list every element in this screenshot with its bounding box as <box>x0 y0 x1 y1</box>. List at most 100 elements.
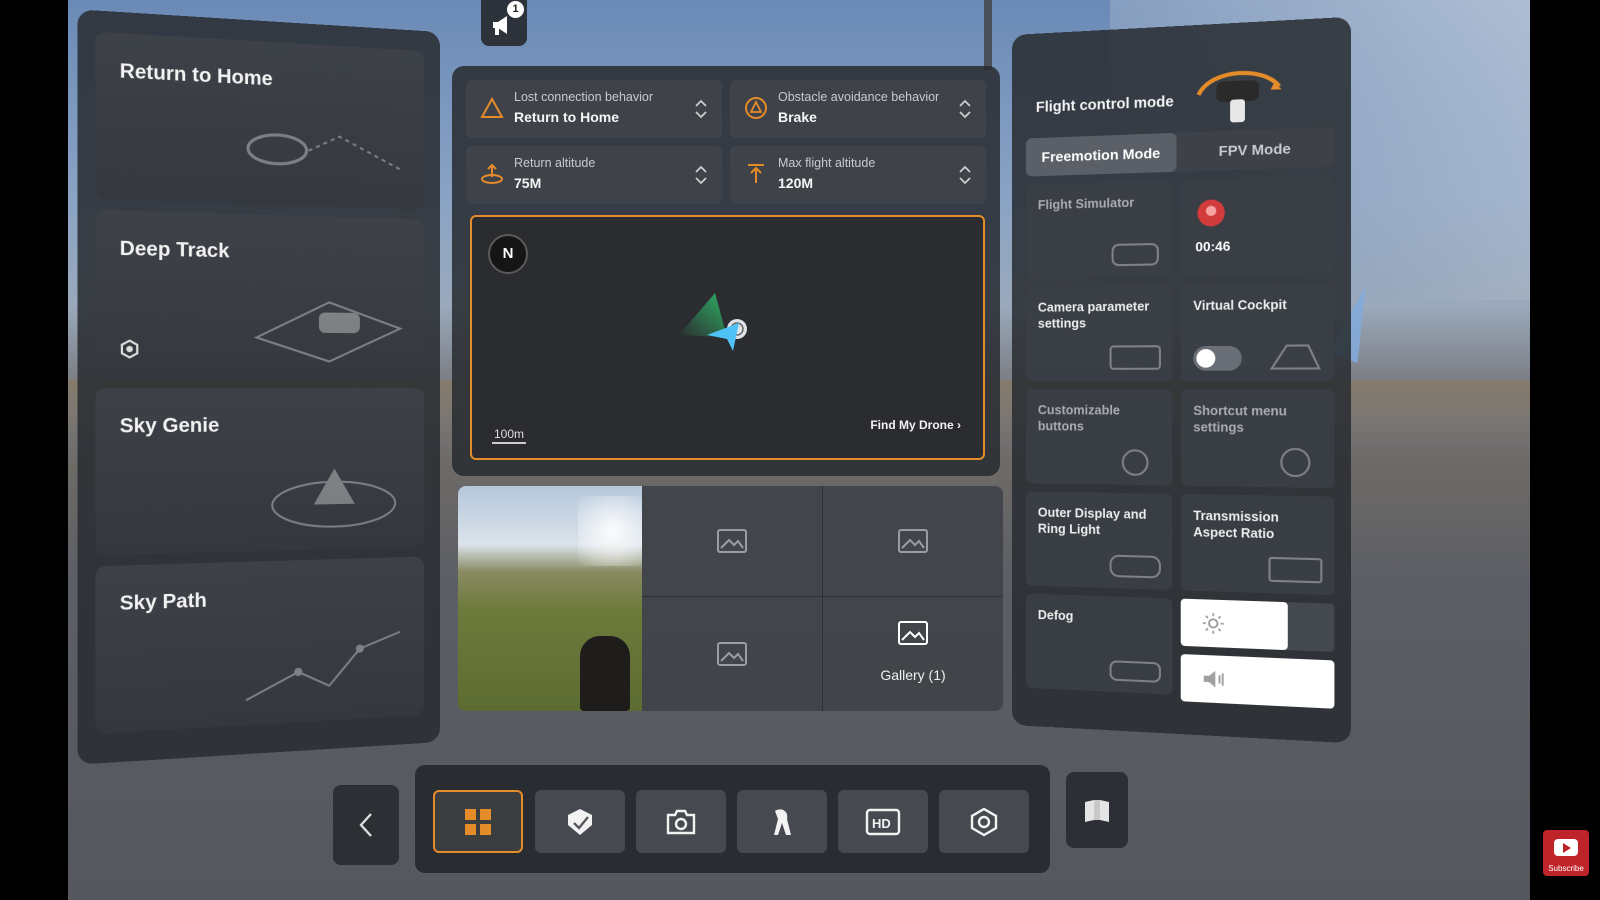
dock-flight-safety-button[interactable] <box>535 790 625 853</box>
dock-home-grid-button[interactable] <box>433 790 523 853</box>
youtube-subscribe-button[interactable]: Subscribe <box>1543 830 1589 876</box>
gallery-panel: Gallery (1) <box>458 486 1003 711</box>
obstacle-avoidance-setting[interactable]: Obstacle avoidance behavior Brake <box>730 80 986 138</box>
setting-value: 120M <box>778 175 814 191</box>
settings-gear-icon[interactable] <box>120 339 140 358</box>
chevron-updown-icon <box>959 165 971 185</box>
lost-connection-setting[interactable]: Lost connection behavior Return to Home <box>466 80 722 138</box>
customizable-buttons-tile[interactable]: Customizable buttons <box>1025 389 1173 486</box>
tile-label: Flight Simulator <box>1037 195 1135 213</box>
photo-sun <box>578 496 642 566</box>
mini-map[interactable]: N 100m Find My Drone › <box>470 215 985 460</box>
book-icon <box>1085 800 1109 822</box>
mode-card-sky-path[interactable]: Sky Path <box>95 556 425 734</box>
gallery-icon <box>898 621 928 645</box>
tile-label: Customizable buttons <box>1037 403 1121 434</box>
bottom-dock: HD <box>415 765 1050 873</box>
setting-label: Lost connection behavior <box>514 90 653 104</box>
announcement-badge: 1 <box>507 1 524 18</box>
button-illustration-icon <box>1106 444 1164 477</box>
intelligent-flight-panel: Return to Home Deep Track Sky Genie Sky … <box>77 9 441 765</box>
setting-label: Return altitude <box>514 156 596 170</box>
defog-illustration-icon <box>1106 651 1164 686</box>
virtual-cockpit-toggle[interactable] <box>1193 345 1242 371</box>
gesture-hand-icon <box>774 808 791 835</box>
brightness-slider-fill <box>1180 598 1288 651</box>
setting-value: 75M <box>514 175 542 191</box>
return-altitude-setting[interactable]: Return altitude 75M <box>466 146 722 204</box>
shield-check-icon <box>568 808 592 835</box>
camera-parameter-tile[interactable]: Camera parameter settings <box>1025 284 1173 382</box>
obstacle-radar-icon <box>745 97 767 119</box>
menu-illustration-icon <box>1265 445 1325 479</box>
chevron-updown-icon <box>695 165 707 185</box>
camera-illustration-icon <box>1106 340 1164 373</box>
gallery-placeholder[interactable] <box>823 486 1003 597</box>
setting-value: Brake <box>778 109 817 125</box>
brightness-icon <box>1202 612 1225 636</box>
home-altitude-icon <box>481 163 503 184</box>
image-placeholder-icon <box>898 529 928 553</box>
gallery-placeholder[interactable] <box>642 597 823 711</box>
defog-tile[interactable]: Defog <box>1025 593 1173 695</box>
hd-icon: HD <box>865 808 901 835</box>
announcement-button[interactable]: 1 <box>481 0 527 46</box>
volume-icon <box>1203 667 1227 691</box>
transmission-aspect-tile[interactable]: Transmission Aspect Ratio <box>1180 493 1335 596</box>
tile-label: Camera parameter settings <box>1037 299 1150 331</box>
simulator-illustration-icon <box>1106 236 1164 270</box>
volume-slider-fill <box>1180 654 1335 709</box>
recording-icon <box>1197 199 1225 227</box>
tab-freemotion-mode[interactable]: Freemotion Mode <box>1025 132 1177 177</box>
back-button[interactable] <box>333 785 399 865</box>
shortcut-menu-tile[interactable]: Shortcut menu settings <box>1180 389 1335 489</box>
mode-card-deep-track[interactable]: Deep Track <box>95 209 425 378</box>
car-illustration-icon <box>235 280 410 364</box>
virtual-cockpit-tile[interactable]: Virtual Cockpit <box>1180 282 1335 382</box>
recording-timer: 00:46 <box>1195 238 1231 255</box>
max-altitude-setting[interactable]: Max flight altitude 120M <box>730 146 986 204</box>
toggle-knob <box>1196 349 1216 368</box>
image-placeholder-icon <box>717 529 747 553</box>
mode-card-sky-genie[interactable]: Sky Genie <box>95 388 425 556</box>
guide-button[interactable] <box>1066 772 1128 848</box>
setting-label: Obstacle avoidance behavior <box>778 90 940 104</box>
flight-simulator-tile[interactable]: Flight Simulator <box>1025 180 1173 279</box>
find-my-drone-link[interactable]: Find My Drone › <box>870 418 961 432</box>
rth-illustration-icon <box>235 106 410 195</box>
gallery-button[interactable]: Gallery (1) <box>823 597 1003 711</box>
setting-value: Return to Home <box>514 109 619 125</box>
tab-fpv-mode[interactable]: FPV Mode <box>1177 127 1335 172</box>
chevron-updown-icon <box>695 99 707 119</box>
image-placeholder-icon <box>717 642 747 666</box>
dock-camera-button[interactable] <box>636 790 726 853</box>
tile-label: Outer Display and Ring Light <box>1037 505 1147 537</box>
tile-label: Transmission Aspect Ratio <box>1193 508 1279 541</box>
flight-settings-panel: Lost connection behavior Return to Home … <box>452 66 1000 476</box>
max-altitude-icon <box>748 164 764 183</box>
map-scale: 100m <box>492 427 527 444</box>
flight-control-mode-title: Flight control mode <box>1035 93 1174 117</box>
youtube-play-icon <box>1554 839 1578 856</box>
gallery-label: Gallery (1) <box>880 667 946 683</box>
mode-card-title: Sky Path <box>119 590 207 616</box>
subscribe-label: Subscribe <box>1548 864 1584 873</box>
dock-transmission-button[interactable]: HD <box>838 790 928 853</box>
recording-tile[interactable]: 00:46 <box>1180 175 1335 277</box>
dock-control-button[interactable] <box>737 790 827 853</box>
gallery-placeholder[interactable] <box>642 486 823 597</box>
chevron-left-icon <box>359 813 372 837</box>
aspect-ratio-illustration-icon <box>1265 552 1325 587</box>
compass-icon[interactable]: N <box>488 234 528 274</box>
mode-card-title: Return to Home <box>119 60 273 91</box>
tile-label: Virtual Cockpit <box>1193 297 1287 314</box>
mode-card-return-to-home[interactable]: Return to Home <box>95 31 425 210</box>
headset-illustration-icon <box>1106 547 1164 581</box>
orbit-illustration-icon <box>235 468 410 537</box>
warning-triangle-icon <box>480 96 504 118</box>
latest-photo-thumbnail[interactable] <box>458 486 642 711</box>
cockpit-illustration-icon <box>1265 339 1325 373</box>
mode-card-title: Deep Track <box>119 238 230 263</box>
outer-display-tile[interactable]: Outer Display and Ring Light <box>1025 491 1173 591</box>
dock-settings-button[interactable] <box>939 790 1029 853</box>
